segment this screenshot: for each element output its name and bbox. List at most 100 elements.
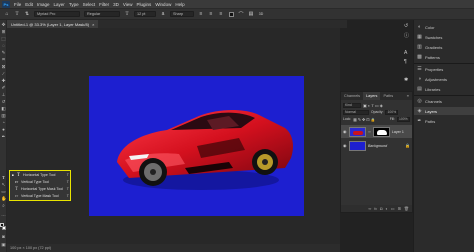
flyout-item-vertical-type[interactable]: IT Vertical Type Tool T xyxy=(12,179,69,185)
menu-plugins[interactable]: Plugins xyxy=(137,2,152,7)
trash-icon[interactable]: 🗑 xyxy=(404,206,409,211)
antialias-select[interactable]: Sharp xyxy=(170,11,194,17)
menu-select[interactable]: Select xyxy=(83,2,96,7)
clone-stamp-tool-icon[interactable]: ⊥ xyxy=(1,92,6,97)
flyout-item-horizontal-type[interactable]: ■ T Horizontal Type Tool T xyxy=(12,172,69,178)
align-center-icon[interactable]: ≡ xyxy=(208,11,214,17)
frame-tool-icon[interactable]: ⊠ xyxy=(1,64,6,69)
tab-layers[interactable]: Layers xyxy=(363,92,381,100)
type-tool-icon[interactable]: T xyxy=(1,175,6,180)
lock-icons[interactable]: ▦ ✎ ✥ ⊡ 🔒 xyxy=(353,117,375,122)
menu-layer[interactable]: Layer xyxy=(54,2,65,7)
menu-type[interactable]: Type xyxy=(69,2,79,7)
paragraph-icon[interactable]: ¶ xyxy=(404,59,407,65)
marquee-tool-icon[interactable]: ⬚ xyxy=(1,36,6,41)
edit-toolbar-icon[interactable]: ⋯ xyxy=(1,213,6,218)
type-tool-icon[interactable]: T xyxy=(14,11,20,17)
eraser-tool-icon[interactable]: ◧ xyxy=(1,106,6,111)
lasso-tool-icon[interactable]: ◌ xyxy=(1,43,6,48)
canvas-area[interactable]: ■ T Horizontal Type Tool T IT Vertical T… xyxy=(7,28,340,244)
align-left-icon[interactable]: ≡ xyxy=(198,11,204,17)
dock-item-properties[interactable]: ☰ Properties xyxy=(414,65,474,73)
path-select-tool-icon[interactable]: ↖ xyxy=(1,182,6,187)
healing-brush-tool-icon[interactable]: ✚ xyxy=(1,78,6,83)
character-panel-icon[interactable]: ▤ xyxy=(248,11,254,17)
dock-item-gradients[interactable]: ▥ Gradients xyxy=(414,43,474,51)
adjustment-layer-icon[interactable]: ◐ xyxy=(385,206,387,211)
crop-tool-icon[interactable]: ⌗ xyxy=(1,57,6,62)
home-icon[interactable]: ⌂ xyxy=(4,11,10,17)
hand-tool-icon[interactable]: ✋ xyxy=(1,196,7,201)
quick-mask-icon[interactable]: ◙ xyxy=(1,234,6,239)
blend-mode-select[interactable]: Normal xyxy=(343,109,369,115)
dock-item-paths[interactable]: ✒ Paths xyxy=(414,117,474,125)
fx-icon[interactable]: fx xyxy=(374,207,377,211)
dock-item-patterns[interactable]: ▩ Patterns xyxy=(414,53,474,61)
eyedropper-tool-icon[interactable]: ⁄ xyxy=(1,71,6,76)
dock-label: Paths xyxy=(425,118,436,124)
3d-icon[interactable]: 3D xyxy=(258,11,264,17)
kind-filter-select[interactable]: Kind xyxy=(343,102,361,108)
artboard-tool-icon[interactable]: ⊞ xyxy=(1,29,6,34)
dock-item-libraries[interactable]: ▤ Libraries xyxy=(414,85,474,93)
dock-item-color[interactable]: ◐ Color xyxy=(414,23,474,31)
flyout-item-horizontal-type-mask[interactable]: T Horizontal Type Mask Tool T xyxy=(12,186,69,192)
menu-filter[interactable]: Filter xyxy=(99,2,109,7)
layer-mask-thumbnail[interactable] xyxy=(372,126,390,137)
pen-tool-icon[interactable]: ✒ xyxy=(1,134,6,139)
visibility-eye-icon[interactable]: ◉ xyxy=(343,129,347,134)
history-brush-tool-icon[interactable]: ↺ xyxy=(1,99,6,104)
flyout-item-vertical-type-mask[interactable]: IT Vertical Type Mask Tool T xyxy=(12,193,69,199)
opacity-field[interactable]: 100% xyxy=(385,109,399,115)
link-layers-icon[interactable]: ∞ xyxy=(368,206,371,211)
layer-row-background[interactable]: ◉ Background 🔒 xyxy=(341,139,412,152)
rectangle-tool-icon[interactable]: ▭ xyxy=(1,189,6,194)
menu-image[interactable]: Image xyxy=(37,2,50,7)
layer-row-layer-1[interactable]: ◉ ∞ Layer 1 xyxy=(341,125,412,138)
menu-file[interactable]: File xyxy=(14,2,21,7)
glyphs-icon[interactable]: ✱ xyxy=(404,77,408,83)
orientation-toggle-icon[interactable]: ⇅ xyxy=(24,11,30,17)
document-canvas[interactable] xyxy=(89,76,304,216)
dock-item-layers[interactable]: ◈ Layers xyxy=(414,107,474,115)
quick-select-tool-icon[interactable]: ✎ xyxy=(1,50,6,55)
close-tab-icon[interactable]: × xyxy=(92,22,94,27)
gradient-tool-icon[interactable]: ▥ xyxy=(1,113,6,118)
menu-edit[interactable]: Edit xyxy=(25,2,33,7)
filter-icons[interactable]: ▣ ◐ T ▭ ◈ xyxy=(363,103,383,108)
menu-view[interactable]: View xyxy=(123,2,133,7)
add-mask-icon[interactable]: ◘ xyxy=(380,206,382,211)
visibility-eye-icon[interactable]: ◉ xyxy=(343,143,347,148)
tab-paths[interactable]: Paths xyxy=(380,92,396,100)
background-color-swatch[interactable] xyxy=(2,226,6,230)
dodge-tool-icon[interactable]: ● xyxy=(1,127,6,132)
new-layer-icon[interactable]: ⊞ xyxy=(398,206,401,211)
info-icon[interactable]: ⓘ xyxy=(404,32,409,39)
blur-tool-icon[interactable]: ◔ xyxy=(1,120,6,125)
screen-mode-icon[interactable]: ▣ xyxy=(1,242,6,247)
font-family-select[interactable]: Myriad Pro xyxy=(34,11,80,17)
character-icon[interactable]: A xyxy=(404,50,407,56)
tab-channels[interactable]: Channels xyxy=(341,92,363,100)
text-color-swatch[interactable] xyxy=(228,11,234,17)
layer-name[interactable]: Background xyxy=(368,144,387,148)
group-icon[interactable]: ▭ xyxy=(391,206,395,211)
layer-name[interactable]: Layer 1 xyxy=(392,130,404,134)
kind-filter-value: Kind xyxy=(345,103,352,107)
zoom-tool-icon[interactable]: ⌕ xyxy=(1,203,6,208)
document-tab[interactable]: Untitled-1 @ 33.3% (Layer 1, Layer Mask/… xyxy=(7,20,99,28)
flyout-label: Horizontal Type Tool xyxy=(23,173,56,177)
font-size-select[interactable]: 12 pt xyxy=(134,11,156,17)
dock-item-adjustments[interactable]: ◑ Adjustments xyxy=(414,75,474,83)
menu-help[interactable]: Help xyxy=(175,2,184,7)
menu-window[interactable]: Window xyxy=(155,2,171,7)
warp-text-icon[interactable]: ⌒ xyxy=(238,11,244,18)
align-right-icon[interactable]: ≡ xyxy=(218,11,224,17)
dock-item-swatches[interactable]: ▦ Swatches xyxy=(414,33,474,41)
dock-item-channels[interactable]: ◎ Channels xyxy=(414,97,474,105)
menu-3d[interactable]: 3D xyxy=(113,2,119,7)
brush-tool-icon[interactable]: ✐ xyxy=(1,85,6,90)
font-style-select[interactable]: Regular xyxy=(84,11,120,17)
history-icon[interactable]: ↺ xyxy=(404,23,408,29)
move-tool-icon[interactable]: ✥ xyxy=(1,22,6,27)
